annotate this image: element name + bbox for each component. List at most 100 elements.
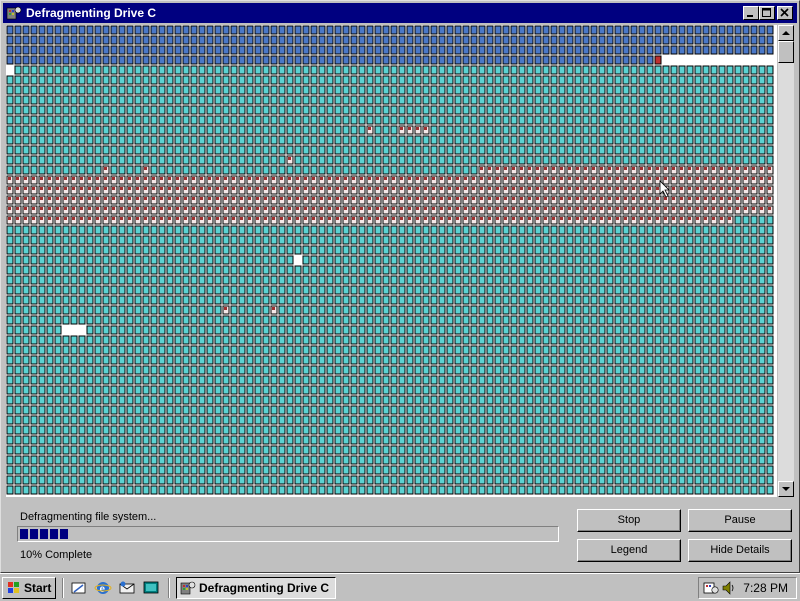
cluster-optimized xyxy=(86,485,94,495)
cluster-optimized xyxy=(102,155,110,165)
cluster-optimized xyxy=(414,295,422,305)
cluster-optimized xyxy=(590,405,598,415)
cluster-optimized xyxy=(358,135,366,145)
cluster-optimized xyxy=(646,415,654,425)
cluster-optimized xyxy=(662,455,670,465)
cluster-optimized xyxy=(382,155,390,165)
cluster-optimized xyxy=(710,405,718,415)
cluster-optimized xyxy=(518,275,526,285)
cluster-optimized xyxy=(110,475,118,485)
close-button[interactable] xyxy=(777,6,793,20)
cluster-optimized xyxy=(302,255,310,265)
cluster-optimized xyxy=(342,165,350,175)
cluster-optimized xyxy=(342,385,350,395)
cluster-optimized xyxy=(694,85,702,95)
cluster-optimized xyxy=(110,265,118,275)
minimize-button[interactable] xyxy=(743,6,759,20)
cluster-system xyxy=(302,25,310,35)
cluster-optimized xyxy=(430,355,438,365)
cluster-optimized xyxy=(86,245,94,255)
cluster-optimized xyxy=(470,475,478,485)
cluster-optimized xyxy=(558,255,566,265)
fragment-mark xyxy=(128,177,131,180)
cluster-optimized xyxy=(102,295,110,305)
cluster-optimized xyxy=(670,125,678,135)
cluster-optimized xyxy=(142,135,150,145)
cluster-system xyxy=(38,55,46,65)
cluster-optimized xyxy=(102,475,110,485)
cluster-optimized xyxy=(238,265,246,275)
cluster-system xyxy=(590,45,598,55)
cluster-optimized xyxy=(126,135,134,145)
cluster-optimized xyxy=(70,75,78,85)
cluster-system xyxy=(206,35,214,45)
cluster-optimized xyxy=(462,125,470,135)
cluster-system xyxy=(310,55,318,65)
cluster-system xyxy=(30,35,38,45)
cluster-optimized xyxy=(750,95,758,105)
fragment-mark xyxy=(704,207,707,210)
cluster-system xyxy=(254,55,262,65)
cluster-optimized xyxy=(134,125,142,135)
cluster-optimized xyxy=(190,355,198,365)
fragment-mark xyxy=(352,177,355,180)
cluster-optimized xyxy=(294,245,302,255)
cluster-optimized xyxy=(734,445,742,455)
cluster-optimized xyxy=(30,125,38,135)
cluster-system xyxy=(222,45,230,55)
cluster-optimized xyxy=(422,245,430,255)
cluster-optimized xyxy=(6,285,14,295)
cluster-optimized xyxy=(326,285,334,295)
cluster-optimized xyxy=(78,225,86,235)
cluster-optimized xyxy=(334,335,342,345)
cluster-optimized xyxy=(630,245,638,255)
cluster-optimized xyxy=(502,355,510,365)
cluster-optimized xyxy=(438,355,446,365)
fragment-mark xyxy=(184,217,187,220)
cluster-optimized xyxy=(670,365,678,375)
cluster-optimized xyxy=(518,115,526,125)
cluster-optimized xyxy=(46,425,54,435)
cluster-optimized xyxy=(598,415,606,425)
cluster-optimized xyxy=(502,435,510,445)
cluster-optimized xyxy=(174,155,182,165)
cluster-optimized xyxy=(230,345,238,355)
cluster-optimized xyxy=(326,435,334,445)
cluster-optimized xyxy=(230,325,238,335)
cluster-optimized xyxy=(638,365,646,375)
cluster-optimized xyxy=(246,355,254,365)
cluster-optimized xyxy=(230,265,238,275)
cluster-system xyxy=(678,25,686,35)
cluster-optimized xyxy=(758,145,766,155)
cluster-optimized xyxy=(190,415,198,425)
cluster-optimized xyxy=(70,275,78,285)
maximize-button[interactable] xyxy=(759,6,775,20)
cluster-optimized xyxy=(190,85,198,95)
fragment-mark xyxy=(504,167,507,170)
cluster-optimized xyxy=(6,315,14,325)
cluster-optimized xyxy=(646,295,654,305)
cluster-optimized xyxy=(678,375,686,385)
cluster-optimized xyxy=(494,135,502,145)
cluster-optimized xyxy=(238,355,246,365)
fragment-mark xyxy=(136,197,139,200)
title-bar[interactable]: Defragmenting Drive C xyxy=(3,3,797,23)
cluster-optimized xyxy=(766,465,774,475)
cluster-optimized xyxy=(438,265,446,275)
fragment-mark xyxy=(48,197,51,200)
cluster-optimized xyxy=(254,285,262,295)
cluster-optimized xyxy=(614,335,622,345)
cluster-optimized xyxy=(566,375,574,385)
cluster-optimized xyxy=(686,375,694,385)
fragment-mark xyxy=(520,177,523,180)
cluster-optimized xyxy=(686,75,694,85)
cluster-optimized xyxy=(406,165,414,175)
fragment-mark xyxy=(456,187,459,190)
cluster-optimized xyxy=(62,105,70,115)
cluster-optimized xyxy=(334,105,342,115)
cluster-optimized xyxy=(766,435,774,445)
cluster-optimized xyxy=(686,425,694,435)
cluster-optimized xyxy=(206,285,214,295)
cluster-optimized xyxy=(438,125,446,135)
cluster-optimized xyxy=(198,455,206,465)
